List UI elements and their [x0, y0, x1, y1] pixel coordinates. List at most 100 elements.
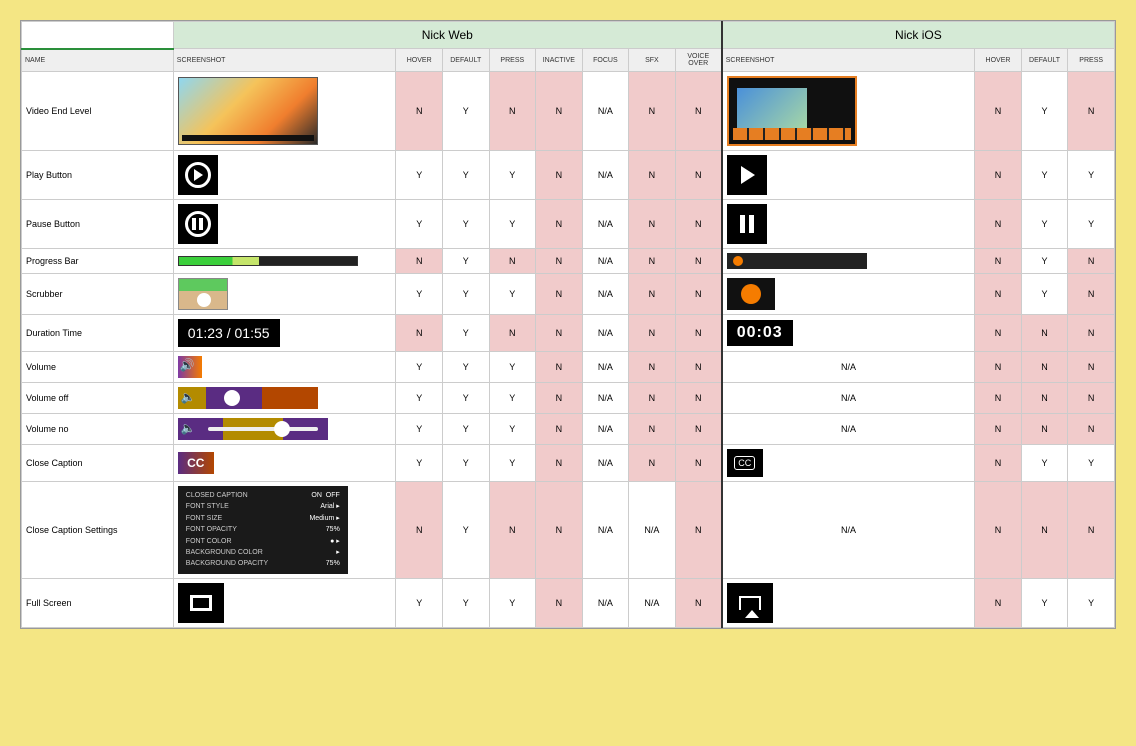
screenshot-cell-web[interactable]	[173, 383, 396, 414]
value-cell[interactable]: N	[629, 383, 676, 414]
screenshot-cell-web[interactable]: 01:23 / 01:55	[173, 315, 396, 352]
value-cell[interactable]: N	[675, 72, 722, 151]
value-cell[interactable]: Y	[442, 352, 489, 383]
screenshot-cell-web[interactable]	[173, 579, 396, 628]
value-cell[interactable]: N	[1068, 352, 1115, 383]
value-cell[interactable]: N	[629, 72, 676, 151]
value-cell[interactable]: N	[536, 315, 583, 352]
value-cell[interactable]: N/A	[582, 383, 629, 414]
value-cell[interactable]: N	[1068, 249, 1115, 274]
screenshot-cell-web[interactable]	[173, 274, 396, 315]
value-cell[interactable]: Y	[489, 445, 536, 482]
value-cell[interactable]: N	[396, 315, 443, 352]
value-cell[interactable]: N/A	[582, 151, 629, 200]
value-cell[interactable]: N	[536, 274, 583, 315]
value-cell[interactable]: N	[629, 274, 676, 315]
value-cell[interactable]: N	[975, 200, 1022, 249]
value-cell[interactable]: N	[675, 579, 722, 628]
value-cell[interactable]: N	[1068, 383, 1115, 414]
value-cell[interactable]: N	[675, 249, 722, 274]
value-cell[interactable]: N	[396, 72, 443, 151]
value-cell[interactable]: N	[975, 352, 1022, 383]
value-cell[interactable]: N/A	[582, 249, 629, 274]
value-cell[interactable]: N	[1021, 414, 1068, 445]
value-cell[interactable]: Y	[396, 445, 443, 482]
row-name[interactable]: Full Screen	[22, 579, 174, 628]
value-cell[interactable]: N	[629, 445, 676, 482]
screenshot-cell-ios[interactable]: N/A	[722, 482, 975, 579]
value-cell[interactable]: N/A	[629, 482, 676, 579]
screenshot-cell-ios[interactable]	[722, 200, 975, 249]
screenshot-cell-ios[interactable]: N/A	[722, 414, 975, 445]
value-cell[interactable]: N	[675, 151, 722, 200]
value-cell[interactable]: N	[629, 414, 676, 445]
value-cell[interactable]: N	[975, 151, 1022, 200]
value-cell[interactable]: Y	[442, 200, 489, 249]
row-name[interactable]: Progress Bar	[22, 249, 174, 274]
value-cell[interactable]: N	[1021, 315, 1068, 352]
value-cell[interactable]: Y	[442, 249, 489, 274]
value-cell[interactable]: N	[489, 249, 536, 274]
value-cell[interactable]: N	[629, 200, 676, 249]
value-cell[interactable]: N/A	[582, 414, 629, 445]
screenshot-cell-ios[interactable]: 00:03	[722, 315, 975, 352]
value-cell[interactable]: N/A	[582, 579, 629, 628]
value-cell[interactable]: Y	[396, 274, 443, 315]
screenshot-cell-web[interactable]	[173, 72, 396, 151]
screenshot-cell-web[interactable]	[173, 414, 396, 445]
value-cell[interactable]: N	[536, 249, 583, 274]
row-name[interactable]: Volume no	[22, 414, 174, 445]
value-cell[interactable]: N	[975, 274, 1022, 315]
value-cell[interactable]: Y	[489, 151, 536, 200]
value-cell[interactable]: N/A	[582, 274, 629, 315]
value-cell[interactable]: Y	[489, 352, 536, 383]
value-cell[interactable]: N	[975, 482, 1022, 579]
value-cell[interactable]: N	[975, 249, 1022, 274]
value-cell[interactable]: N	[675, 482, 722, 579]
screenshot-cell-web[interactable]	[173, 249, 396, 274]
value-cell[interactable]: Y	[396, 151, 443, 200]
value-cell[interactable]: N/A	[582, 482, 629, 579]
value-cell[interactable]: Y	[396, 579, 443, 628]
value-cell[interactable]: N/A	[582, 200, 629, 249]
row-name[interactable]: Duration Time	[22, 315, 174, 352]
value-cell[interactable]: Y	[1068, 445, 1115, 482]
value-cell[interactable]: N/A	[582, 445, 629, 482]
screenshot-cell-web[interactable]	[173, 352, 396, 383]
value-cell[interactable]: N	[975, 445, 1022, 482]
value-cell[interactable]: Y	[396, 352, 443, 383]
value-cell[interactable]: Y	[1068, 200, 1115, 249]
value-cell[interactable]: Y	[1068, 579, 1115, 628]
value-cell[interactable]: N	[536, 482, 583, 579]
row-name[interactable]: Close Caption	[22, 445, 174, 482]
value-cell[interactable]: N	[675, 352, 722, 383]
value-cell[interactable]: Y	[489, 414, 536, 445]
screenshot-cell-ios[interactable]	[722, 151, 975, 200]
value-cell[interactable]: Y	[442, 151, 489, 200]
screenshot-cell-ios[interactable]	[722, 579, 975, 628]
screenshot-cell-ios[interactable]	[722, 274, 975, 315]
value-cell[interactable]: N	[1021, 383, 1068, 414]
value-cell[interactable]: N	[1021, 482, 1068, 579]
value-cell[interactable]: N	[1068, 315, 1115, 352]
value-cell[interactable]: Y	[442, 383, 489, 414]
value-cell[interactable]: Y	[1021, 72, 1068, 151]
value-cell[interactable]: N	[536, 383, 583, 414]
value-cell[interactable]: Y	[489, 274, 536, 315]
value-cell[interactable]: N	[1021, 352, 1068, 383]
row-name[interactable]: Pause Button	[22, 200, 174, 249]
screenshot-cell-ios[interactable]: N/A	[722, 383, 975, 414]
screenshot-cell-web[interactable]: CC	[173, 445, 396, 482]
value-cell[interactable]: N	[396, 249, 443, 274]
value-cell[interactable]: N	[489, 72, 536, 151]
value-cell[interactable]: N	[629, 352, 676, 383]
value-cell[interactable]: N	[1068, 72, 1115, 151]
value-cell[interactable]: N	[675, 414, 722, 445]
value-cell[interactable]: Y	[1021, 274, 1068, 315]
value-cell[interactable]: Y	[1021, 249, 1068, 274]
row-name[interactable]: Video End Level	[22, 72, 174, 151]
value-cell[interactable]: Y	[442, 482, 489, 579]
row-name[interactable]: Play Button	[22, 151, 174, 200]
value-cell[interactable]: N	[629, 249, 676, 274]
screenshot-cell-ios[interactable]: CC	[722, 445, 975, 482]
